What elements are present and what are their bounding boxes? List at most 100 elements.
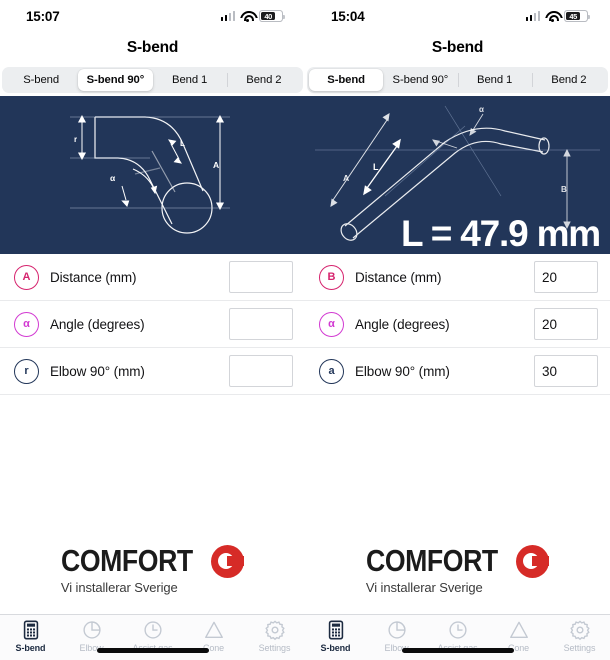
diagram-panel: r A L α — [0, 96, 305, 254]
page-title: S-bend — [0, 32, 305, 64]
s-bend-90-diagram: r A L α — [70, 114, 230, 234]
diagram-panel: A L α B L = 47.9 mm — [305, 96, 610, 254]
diagram-label-L: L — [373, 162, 379, 172]
phone-screen-right: 15:04 45 S-bend S-bend S-bend 90° Bend 1… — [305, 0, 610, 660]
tab-label-settings: Settings — [258, 643, 291, 653]
badge-B: B — [319, 264, 344, 290]
logo-tagline: Vi installerar Sverige — [365, 580, 483, 595]
result-label: L = 47.9 mm — [401, 213, 601, 254]
cellular-signal-icon — [525, 11, 540, 21]
input-rows: B Distance (mm) 20 α Angle (degrees) 20 … — [305, 254, 610, 395]
home-indicator[interactable] — [401, 648, 514, 653]
triangle-icon — [509, 621, 528, 639]
clock-icon — [448, 621, 467, 639]
phone-screen-left: 15:07 40 S-bend S-bend S-bend 90° Bend 1… — [0, 0, 305, 660]
badge-alpha: α — [14, 311, 39, 337]
tab-label-settings: Settings — [563, 643, 596, 653]
diagram-label-alpha: α — [479, 105, 484, 114]
segment-s-bend-90[interactable]: S-bend 90° — [78, 69, 153, 91]
pie-slice-icon — [82, 621, 101, 639]
clock-icon — [143, 621, 162, 639]
page-title: S-bend — [305, 32, 610, 64]
segment-bend-2[interactable]: Bend 2 — [226, 69, 301, 91]
input-row-distance[interactable]: B Distance (mm) 20 — [305, 254, 610, 301]
segment-s-bend-90[interactable]: S-bend 90° — [383, 69, 457, 91]
content-spacer — [0, 395, 305, 524]
input-row-angle[interactable]: α Angle (degrees) — [0, 301, 305, 348]
input-elbow[interactable] — [229, 355, 293, 387]
triangle-icon — [204, 621, 223, 639]
label-elbow: Elbow 90° (mm) — [50, 363, 145, 379]
segmented-control-wrapper: S-bend S-bend 90° Bend 1 Bend 2 — [0, 64, 305, 96]
diagram-label-r: r — [74, 135, 77, 144]
status-bar: 15:04 45 — [305, 0, 610, 32]
input-rows: A Distance (mm) α Angle (degrees) r Elbo… — [0, 254, 305, 395]
segmented-control-wrapper: S-bend S-bend 90° Bend 1 Bend 2 — [305, 64, 610, 96]
tab-s-bend[interactable]: S-bend — [0, 619, 61, 653]
input-row-angle[interactable]: α Angle (degrees) 20 — [305, 301, 610, 348]
gear-icon — [264, 620, 285, 641]
status-indicators: 45 — [525, 10, 590, 22]
badge-alpha: α — [319, 311, 344, 337]
input-distance[interactable]: 20 — [534, 261, 598, 293]
brand-logo: COMFORT Vi installerar Sverige — [305, 524, 610, 614]
segment-s-bend[interactable]: S-bend — [309, 69, 384, 91]
input-row-elbow[interactable]: r Elbow 90° (mm) — [0, 348, 305, 395]
status-time: 15:07 — [26, 8, 60, 24]
tab-bar: S-bend Elbow Assist gas C — [305, 614, 610, 660]
pie-slice-icon — [387, 621, 406, 639]
diagram-label-A: A — [343, 173, 349, 183]
diagram-label-B: B — [561, 185, 567, 194]
diagram-label-L: L — [180, 139, 185, 148]
wifi-icon — [240, 11, 254, 22]
wifi-icon — [545, 11, 559, 22]
status-time: 15:04 — [331, 8, 365, 24]
comfort-c-icon — [211, 544, 245, 578]
logo-wordmark: COMFORT — [365, 543, 498, 578]
dual-phone-screenshot: 15:07 40 S-bend S-bend S-bend 90° Bend 1… — [0, 0, 610, 660]
comfort-c-icon — [516, 544, 550, 578]
tab-label-s-bend: S-bend — [15, 643, 46, 653]
input-row-elbow[interactable]: a Elbow 90° (mm) 30 — [305, 348, 610, 395]
segment-bend-2[interactable]: Bend 2 — [531, 69, 606, 91]
segment-s-bend[interactable]: S-bend — [4, 69, 78, 91]
calculator-icon — [23, 620, 38, 640]
segment-bend-1[interactable]: Bend 1 — [457, 69, 532, 91]
input-distance[interactable] — [229, 261, 293, 293]
label-elbow: Elbow 90° (mm) — [355, 363, 450, 379]
diagram-label-alpha: α — [110, 173, 116, 183]
status-indicators: 40 — [220, 10, 285, 22]
brand-logo: COMFORT Vi installerar Sverige — [0, 524, 305, 614]
tab-settings[interactable]: Settings — [244, 619, 305, 653]
tab-s-bend[interactable]: S-bend — [305, 619, 366, 653]
battery-icon: 45 — [564, 10, 590, 22]
battery-icon: 40 — [259, 10, 285, 22]
tab-bar: S-bend Elbow Assist gas C — [0, 614, 305, 660]
logo-tagline: Vi installerar Sverige — [60, 580, 178, 595]
input-elbow[interactable]: 30 — [534, 355, 598, 387]
calculator-icon — [328, 620, 343, 640]
input-angle[interactable]: 20 — [534, 308, 598, 340]
segmented-control[interactable]: S-bend S-bend 90° Bend 1 Bend 2 — [2, 67, 303, 93]
label-distance: Distance (mm) — [50, 269, 137, 285]
segment-bend-1[interactable]: Bend 1 — [153, 69, 227, 91]
input-angle[interactable] — [229, 308, 293, 340]
label-angle: Angle (degrees) — [355, 316, 450, 332]
label-distance: Distance (mm) — [355, 269, 442, 285]
battery-level-label: 40 — [261, 12, 276, 21]
tab-label-s-bend: S-bend — [320, 643, 351, 653]
badge-r: r — [14, 358, 39, 384]
tab-settings[interactable]: Settings — [549, 619, 610, 653]
diagram-label-A: A — [213, 160, 219, 170]
segmented-control[interactable]: S-bend S-bend 90° Bend 1 Bend 2 — [307, 67, 608, 93]
status-bar: 15:07 40 — [0, 0, 305, 32]
logo-wordmark: COMFORT — [60, 543, 193, 578]
home-indicator[interactable] — [96, 648, 209, 653]
content-spacer — [305, 395, 610, 524]
label-angle: Angle (degrees) — [50, 316, 145, 332]
badge-A: A — [14, 264, 39, 290]
battery-level-label: 45 — [566, 12, 581, 21]
badge-a: a — [319, 358, 344, 384]
gear-icon — [569, 620, 590, 641]
input-row-distance[interactable]: A Distance (mm) — [0, 254, 305, 301]
